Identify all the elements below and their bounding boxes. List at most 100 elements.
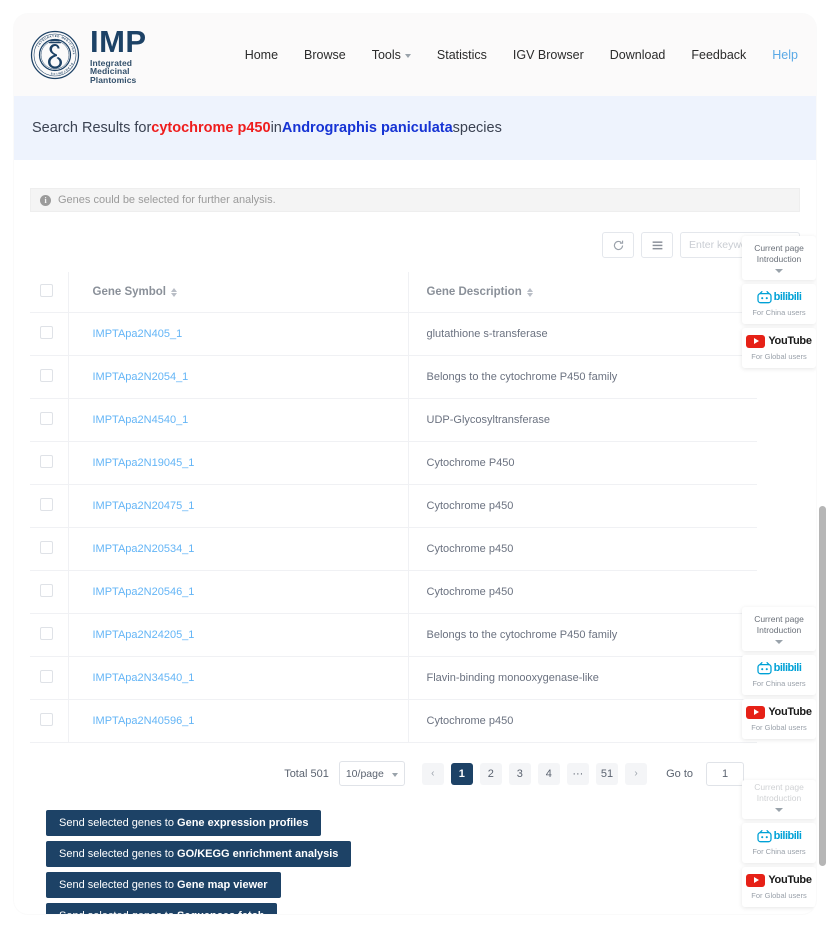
youtube-logo-icon: YouTube [745, 705, 813, 719]
page-button-1[interactable]: 1 [450, 762, 473, 785]
brand-text: IMP Integrated Medicinal Plantomics [90, 26, 159, 85]
sort-icon[interactable] [171, 287, 177, 297]
page-scrollbar-track[interactable] [819, 0, 828, 928]
youtube-logo-icon: YouTube [745, 334, 813, 348]
gene-symbol-header[interactable]: Gene Symbol [68, 272, 409, 313]
nav-item-download[interactable]: Download [610, 48, 666, 62]
row-select-cell [30, 441, 69, 485]
current-page-introduction-widget[interactable]: Current page Introduction [742, 236, 816, 280]
table-row[interactable]: IMPTApa2N34540_1 Flavin-binding monooxyg… [30, 656, 757, 700]
youtube-widget[interactable]: YouTube For Global users [742, 327, 816, 368]
row-select-cell [30, 699, 69, 743]
row-select-cell [30, 312, 69, 356]
send-to-gene-expression-profiles-button[interactable]: Send selected genes to Gene expression p… [46, 810, 322, 836]
nav-item-feedback[interactable]: Feedback [691, 48, 746, 62]
row-checkbox[interactable] [40, 455, 53, 468]
prev-page-button[interactable]: ‹ [421, 762, 444, 785]
bilibili-widget[interactable]: bilibili For China users [742, 283, 816, 324]
chevron-down-icon[interactable] [775, 639, 783, 644]
current-page-introduction-widget[interactable]: Current page Introduction [742, 780, 816, 819]
column-settings-button[interactable] [641, 232, 673, 258]
goto-page-input[interactable] [706, 761, 744, 786]
gene-symbol-cell: IMPTApa2N20475_1 [68, 484, 409, 528]
gene-symbol-link[interactable]: IMPTApa2N34540_1 [93, 672, 195, 684]
row-select-cell [30, 484, 69, 528]
page-button-last[interactable]: 51 [595, 762, 619, 785]
page-button-2[interactable]: 2 [479, 762, 502, 785]
row-checkbox[interactable] [40, 670, 53, 683]
table-row[interactable]: IMPTApa2N19045_1 Cytochrome P450 [30, 441, 757, 485]
row-checkbox[interactable] [40, 713, 53, 726]
row-checkbox[interactable] [40, 412, 53, 425]
youtube-widget[interactable]: YouTube For Global users [742, 866, 816, 907]
select-all-checkbox[interactable] [40, 284, 53, 297]
gene-symbol-cell: IMPTApa2N4540_1 [68, 398, 409, 442]
row-checkbox[interactable] [40, 627, 53, 640]
sort-icon[interactable] [526, 287, 533, 297]
youtube-widget[interactable]: YouTube For Global users [742, 698, 816, 739]
gene-symbol-link[interactable]: IMPTApa2N4540_1 [93, 414, 189, 426]
nav-item-browse[interactable]: Browse [304, 48, 346, 62]
send-to-gene-map-viewer-button[interactable]: Send selected genes to Gene map viewer [46, 872, 281, 898]
goto-label: Go to [666, 767, 693, 780]
nav-item-home[interactable]: Home [245, 48, 278, 62]
gene-symbol-link[interactable]: IMPTApa2N19045_1 [93, 457, 195, 469]
action-prefix: Send selected genes to [59, 817, 178, 829]
row-select-cell [30, 355, 69, 399]
table-row[interactable]: IMPTApa2N20475_1 Cytochrome p450 [30, 484, 757, 528]
row-checkbox[interactable] [40, 584, 53, 597]
page-scrollbar-thumb[interactable] [819, 506, 826, 866]
gene-symbol-link[interactable]: IMPTApa2N40596_1 [93, 715, 195, 727]
nav-item-help[interactable]: Help [772, 48, 798, 62]
table-row[interactable]: IMPTApa2N2054_1 Belongs to the cytochrom… [30, 355, 757, 399]
page-button-3[interactable]: 3 [508, 762, 531, 785]
row-checkbox[interactable] [40, 498, 53, 511]
page-size-select[interactable]: 10/page [338, 761, 405, 786]
gene-description-cell: Belongs to the cytochrome P450 family [408, 613, 757, 657]
gene-symbol-link[interactable]: IMPTApa2N20546_1 [93, 586, 195, 598]
gene-symbol-link[interactable]: IMPTApa2N405_1 [93, 328, 183, 340]
gene-symbol-cell: IMPTApa2N2054_1 [68, 355, 409, 399]
refresh-icon [613, 240, 623, 250]
bilibili-widget[interactable]: bilibili For China users [742, 822, 816, 863]
send-to-sequences-fetch-button[interactable]: Send selected genes to Sequences fetch [46, 903, 278, 914]
gene-symbol-cell: IMPTApa2N20546_1 [68, 570, 409, 614]
table-toolbar [30, 232, 800, 258]
table-row[interactable]: IMPTApa2N20546_1 Cytochrome p450 [30, 570, 757, 614]
gene-description-header[interactable]: Gene Description [408, 272, 757, 313]
refresh-button[interactable] [602, 232, 634, 258]
brand[interactable]: I N T E G R A T E D M E D I C I N A L P … [30, 26, 159, 85]
gene-description-cell: UDP-Glycosyltransferase [408, 398, 757, 442]
current-page-introduction-widget[interactable]: Current page Introduction [742, 607, 816, 651]
banner-middle: in [270, 120, 282, 136]
page-button-4[interactable]: 4 [537, 762, 560, 785]
gene-description-cell: glutathione s-transferase [408, 312, 757, 356]
row-checkbox[interactable] [40, 541, 53, 554]
gene-symbol-link[interactable]: IMPTApa2N20475_1 [93, 500, 195, 512]
next-page-button[interactable]: › [625, 762, 648, 785]
nav-item-tools[interactable]: Tools [372, 48, 411, 62]
chevron-down-icon[interactable] [775, 807, 783, 812]
gene-description-cell: Cytochrome p450 [408, 484, 757, 528]
chevron-down-icon[interactable] [775, 268, 783, 273]
send-to-go-kegg-enrichment-button[interactable]: Send selected genes to GO/KEGG enrichmen… [46, 841, 352, 867]
youtube-wordmark: YouTube [768, 874, 812, 887]
nav-item-igv-browser[interactable]: IGV Browser [513, 48, 584, 62]
gene-symbol-link[interactable]: IMPTApa2N2054_1 [93, 371, 189, 383]
row-checkbox[interactable] [40, 326, 53, 339]
gene-symbol-link[interactable]: IMPTApa2N20534_1 [93, 543, 195, 555]
page-ellipsis[interactable]: ··· [566, 762, 589, 785]
row-checkbox[interactable] [40, 369, 53, 382]
column-settings-icon [652, 240, 662, 249]
row-select-cell [30, 656, 69, 700]
table-row[interactable]: IMPTApa2N4540_1 UDP-Glycosyltransferase [30, 398, 757, 442]
table-row[interactable]: IMPTApa2N24205_1 Belongs to the cytochro… [30, 613, 757, 657]
chevron-down-icon [391, 772, 398, 777]
table-row[interactable]: IMPTApa2N20534_1 Cytochrome p450 [30, 527, 757, 571]
bilibili-widget[interactable]: bilibili For China users [742, 654, 816, 695]
action-prefix: Send selected genes to [59, 879, 178, 891]
table-row[interactable]: IMPTApa2N405_1 glutathione s-transferase [30, 312, 757, 356]
gene-symbol-link[interactable]: IMPTApa2N24205_1 [93, 629, 195, 641]
table-row[interactable]: IMPTApa2N40596_1 Cytochrome p450 [30, 699, 757, 743]
nav-item-statistics[interactable]: Statistics [437, 48, 487, 62]
